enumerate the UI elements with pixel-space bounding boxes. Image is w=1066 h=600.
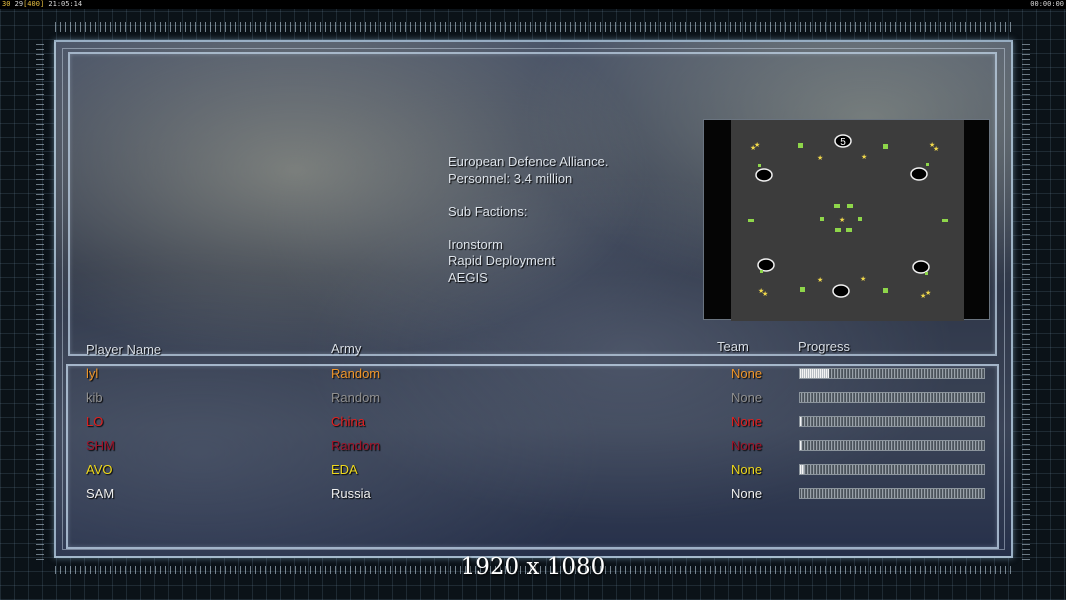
load-progress-fill xyxy=(800,465,804,474)
player-army: China xyxy=(331,414,365,429)
frame-indicator: 30 xyxy=(2,0,11,8)
map-preview: 5 ★ ★ ★ ★ ★ ★ ★ ★ ★ ★ ★ ★ ★ xyxy=(703,119,990,321)
player-row: SAM Russia None xyxy=(0,486,1066,510)
player-row: lyl Random None xyxy=(0,366,1066,390)
player-name: SAM xyxy=(86,486,115,501)
player-team: None xyxy=(731,390,763,405)
player-row: AVO EDA None xyxy=(0,462,1066,486)
player-start-marker-label: 5 xyxy=(840,137,846,148)
player-army: Random xyxy=(331,438,381,453)
faction-line: Ironstorm xyxy=(448,236,503,252)
player-team: None xyxy=(731,366,763,381)
load-progress-bar xyxy=(799,368,985,379)
player-row: LO China None xyxy=(0,414,1066,438)
faction-line xyxy=(448,187,608,204)
header-player-name: Player Name xyxy=(86,342,162,357)
load-progress-bar xyxy=(799,440,985,451)
load-progress-bar xyxy=(799,464,985,475)
svg-text:★: ★ xyxy=(754,141,760,149)
svg-text:★: ★ xyxy=(839,216,845,224)
load-progress-fill xyxy=(800,417,802,426)
clock: 21:05:14 xyxy=(48,0,83,8)
faction-line: Sub Factions: xyxy=(448,203,528,219)
player-army: Random xyxy=(331,390,381,405)
player-army: Random xyxy=(331,366,381,381)
load-progress-fill xyxy=(800,369,830,378)
ruler-top xyxy=(55,22,1011,32)
load-progress-bar xyxy=(799,416,985,427)
svg-text:★: ★ xyxy=(860,275,866,283)
player-name: SHM xyxy=(86,438,115,453)
svg-text:★: ★ xyxy=(925,289,931,297)
player-name: lyl xyxy=(86,366,99,381)
faction-line: AEGIS xyxy=(448,269,488,285)
elapsed-time: 00:00:00 xyxy=(1030,0,1064,8)
header-progress: Progress xyxy=(798,339,851,354)
load-progress-fill xyxy=(800,441,802,450)
player-team: None xyxy=(731,462,763,477)
faction-description: European Defence Alliance. Personnel: 3.… xyxy=(448,154,608,286)
debug-overlay: 30 29[400] 21:05:14 00:00:00 xyxy=(0,0,1066,9)
player-team: None xyxy=(731,414,763,429)
player-row: kib Random None xyxy=(0,390,1066,414)
faction-line: Rapid Deployment xyxy=(448,253,555,268)
resolution-label: 1920 x 1080 xyxy=(460,554,606,580)
player-team: None xyxy=(731,438,763,453)
fps-value: 29 xyxy=(14,0,24,8)
header-army: Army xyxy=(331,341,362,356)
svg-text:★: ★ xyxy=(817,276,823,284)
player-name: LO xyxy=(86,414,104,429)
player-army: Russia xyxy=(331,486,371,501)
player-army: EDA xyxy=(331,462,358,477)
svg-text:★: ★ xyxy=(817,154,823,162)
faction-line: Personnel: 3.4 million xyxy=(448,170,573,186)
faction-line xyxy=(448,220,608,237)
fps-cap: [400] xyxy=(23,0,45,8)
player-name: kib xyxy=(86,390,103,405)
player-name: AVO xyxy=(86,462,113,477)
load-progress-bar xyxy=(799,392,985,403)
player-team: None xyxy=(731,486,763,501)
svg-text:★: ★ xyxy=(762,290,768,298)
svg-text:★: ★ xyxy=(861,153,867,161)
player-row: SHM Random None xyxy=(0,438,1066,462)
svg-text:★: ★ xyxy=(933,145,939,153)
header-team: Team xyxy=(717,339,749,354)
load-progress-bar xyxy=(799,488,985,499)
faction-line: European Defence Alliance. xyxy=(448,154,609,169)
